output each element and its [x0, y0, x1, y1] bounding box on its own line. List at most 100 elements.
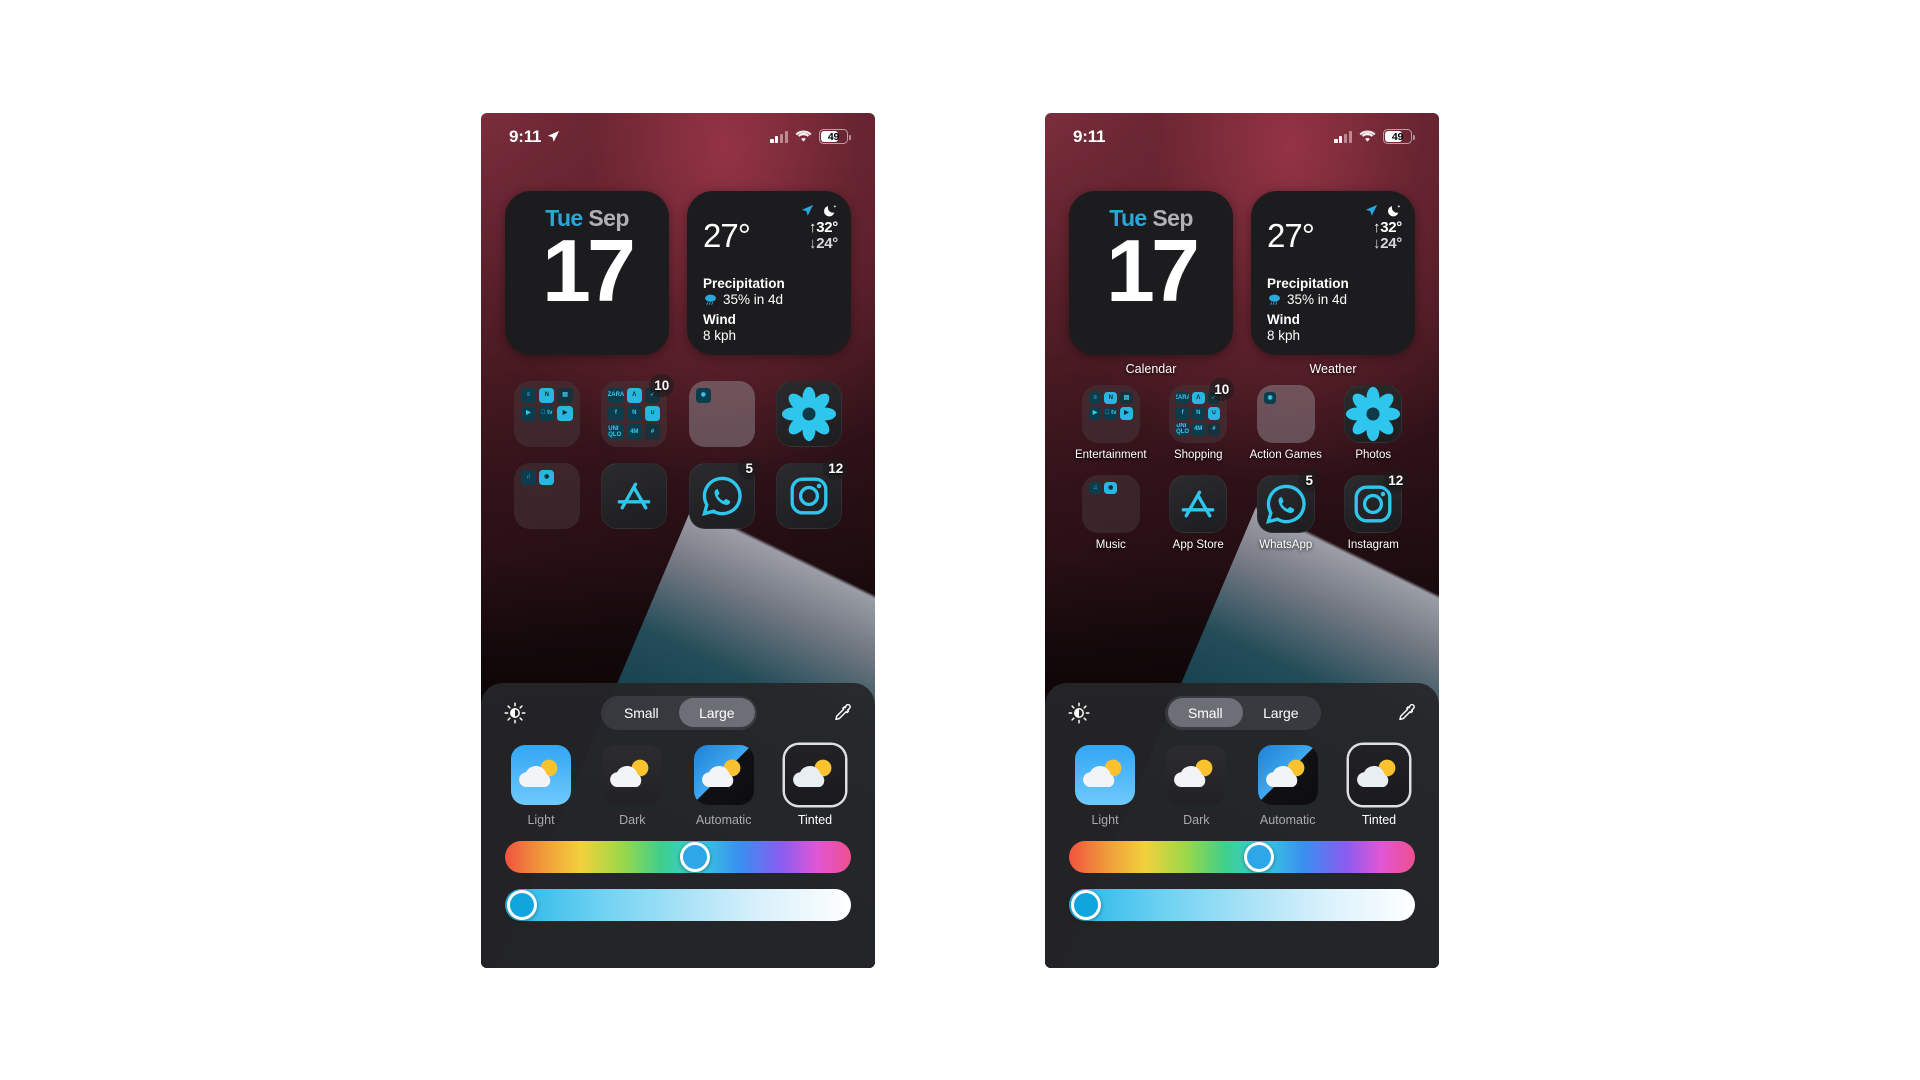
- shopping-folder[interactable]: ZARAΛ✓fN∪UNI QLO4M#10Shopping: [1155, 377, 1243, 461]
- luminance-slider-knob[interactable]: [1071, 889, 1102, 920]
- action-games-folder[interactable]: ◉ Action Games: [1242, 384, 1330, 461]
- folder-tile: 4M: [1191, 422, 1205, 436]
- music-folder[interactable]: ♫ ◉: [503, 462, 591, 535]
- whatsapp-app[interactable]: 5: [678, 456, 766, 535]
- theme-option-dark[interactable]: Dark: [602, 744, 663, 827]
- hue-slider-knob[interactable]: [1244, 841, 1275, 872]
- theme-preview-dark-icon[interactable]: [602, 744, 663, 805]
- weather-widget[interactable]: 27° ↑32° ↓24° Precipitation 35% in 4d Wi…: [687, 190, 851, 355]
- entertainment-folder[interactable]: ≡N▤ ▶ tv▶: [503, 380, 591, 453]
- theme-preview-automatic-icon[interactable]: [1257, 744, 1318, 805]
- weather-top-right: ↑32° ↓24°: [1365, 203, 1402, 254]
- theme-label-dark: Dark: [619, 812, 646, 827]
- instagram-app[interactable]: 12: [766, 456, 854, 535]
- photos-app-label: Photos: [1355, 448, 1392, 461]
- photos-app-icon[interactable]: [776, 380, 843, 447]
- theme-option-tinted[interactable]: Tinted: [784, 744, 845, 827]
- entertainment-folder-icon[interactable]: ≡N▤ ▶ tv▶: [1081, 384, 1140, 443]
- theme-preview-dark-icon[interactable]: [1166, 744, 1227, 805]
- folder-tile: Λ: [1191, 391, 1205, 405]
- whatsapp-app-icon[interactable]: 5: [1256, 468, 1321, 533]
- folder-tile: [1264, 423, 1277, 436]
- segment-small[interactable]: Small: [604, 698, 680, 727]
- theme-option-automatic[interactable]: Automatic: [1257, 744, 1318, 827]
- music-folder[interactable]: ♫ ◉ Music: [1067, 474, 1155, 551]
- entertainment-folder-icon[interactable]: ≡N▤ ▶ tv▶: [513, 380, 580, 447]
- wind-value: 8 kph: [703, 327, 737, 343]
- weather-low: ↓24°: [1373, 235, 1402, 253]
- photos-app[interactable]: [766, 380, 854, 453]
- eyedropper-icon[interactable]: [1395, 702, 1417, 724]
- hue-slider[interactable]: [1069, 840, 1415, 873]
- luminance-slider[interactable]: [1069, 888, 1415, 921]
- shopping-folder[interactable]: ZARA Λ ✓ f N ∪ UNI QLO 4M #10: [591, 373, 679, 453]
- folder-tile: 4M: [626, 424, 642, 440]
- photos-app[interactable]: Photos: [1330, 384, 1418, 461]
- shopping-folder-icon[interactable]: ZARAΛ✓fN∪UNI QLO4M#10: [601, 373, 675, 447]
- app-store-app[interactable]: [591, 462, 679, 535]
- segment-small[interactable]: Small: [1167, 698, 1243, 727]
- calendar-widget[interactable]: Tue Sep 17: [1069, 190, 1233, 355]
- color-sliders: [503, 827, 853, 921]
- weather-top-right: ↑32° ↓24°: [801, 203, 838, 254]
- instagram-app-icon[interactable]: 12: [1344, 468, 1409, 533]
- calendar-widget[interactable]: Tue Sep 17: [505, 190, 669, 355]
- photos-app-icon[interactable]: [1344, 384, 1403, 443]
- folder-tile: f: [1176, 407, 1189, 420]
- brightness-icon[interactable]: [503, 701, 527, 725]
- folder-tile: [732, 388, 747, 403]
- action-games-folder-icon[interactable]: ◉: [1256, 384, 1315, 443]
- music-folder-icon[interactable]: ♫ ◉: [513, 462, 580, 529]
- folder-tile: [1295, 407, 1308, 420]
- theme-option-dark[interactable]: Dark: [1166, 744, 1227, 827]
- music-folder-icon[interactable]: ♫ ◉: [1081, 474, 1140, 533]
- theme-option-light[interactable]: Light: [511, 744, 571, 827]
- icon-size-segmented-control[interactable]: Small Large: [1165, 695, 1321, 730]
- folder-tile: [1089, 497, 1102, 510]
- screenshot-stage: 9:11 49 Tue Sep 17 27° ↑32° ↓24° Precipi…: [0, 0, 1920, 1080]
- theme-label-automatic: Automatic: [695, 812, 752, 827]
- weather-widget[interactable]: 27° ↑32° ↓24° Precipitation 35% in 4d Wi…: [1251, 190, 1415, 355]
- brightness-icon[interactable]: [1067, 701, 1091, 725]
- whatsapp-app[interactable]: 5 WhatsApp: [1242, 468, 1330, 551]
- weather-icon-row: [1365, 203, 1402, 218]
- luminance-slider[interactable]: [505, 888, 851, 921]
- theme-preview-automatic-icon[interactable]: [693, 744, 754, 805]
- icon-size-segmented-control[interactable]: Small Large: [601, 695, 757, 730]
- app-store-app-icon[interactable]: [1169, 474, 1228, 533]
- shopping-folder-icon[interactable]: ZARAΛ✓fN∪UNI QLO4M#10: [1169, 377, 1235, 443]
- theme-option-automatic[interactable]: Automatic: [693, 744, 754, 827]
- folder-tile: [521, 488, 536, 503]
- action-games-folder-icon[interactable]: ◉: [688, 380, 755, 447]
- segment-large[interactable]: Large: [1243, 698, 1319, 727]
- folder-tile: [1279, 392, 1292, 405]
- app-store-app-icon[interactable]: [601, 462, 668, 529]
- theme-preview-light-icon[interactable]: [511, 744, 571, 805]
- folder-tile: [732, 406, 747, 421]
- folder-tile: N: [1191, 407, 1205, 420]
- weather-temperature: 27°: [703, 216, 751, 254]
- theme-option-light[interactable]: Light: [1075, 744, 1135, 827]
- hue-slider[interactable]: [505, 840, 851, 873]
- theme-preview-tinted-icon[interactable]: [784, 744, 845, 805]
- instagram-app[interactable]: 12 Instagram: [1330, 468, 1418, 551]
- calendar-day-number: 17: [1106, 220, 1200, 320]
- notification-badge: 10: [1209, 377, 1235, 401]
- theme-preview-tinted-icon[interactable]: [1348, 744, 1409, 805]
- luminance-slider-knob[interactable]: [507, 889, 538, 920]
- theme-option-tinted[interactable]: Tinted: [1348, 744, 1409, 827]
- eyedropper-icon[interactable]: [831, 702, 853, 724]
- app-store-app[interactable]: App Store: [1155, 474, 1243, 551]
- instagram-app-icon[interactable]: 12: [776, 456, 849, 529]
- folder-tile: [1089, 513, 1102, 526]
- hue-slider-knob[interactable]: [680, 841, 711, 872]
- theme-preview-light-icon[interactable]: [1075, 744, 1135, 805]
- entertainment-folder[interactable]: ≡N▤ ▶ tv▶ Entertainment: [1067, 384, 1155, 461]
- whatsapp-app-icon[interactable]: 5: [688, 456, 761, 529]
- calendar-day-number: 17: [542, 220, 636, 320]
- segment-large[interactable]: Large: [679, 698, 755, 727]
- folder-tile: ▶: [1120, 407, 1133, 420]
- calendar-widget-wrap: Tue Sep 17 Calendar: [1069, 190, 1233, 376]
- action-games-folder[interactable]: ◉: [678, 380, 766, 453]
- folder-tile: ◉: [1104, 481, 1118, 495]
